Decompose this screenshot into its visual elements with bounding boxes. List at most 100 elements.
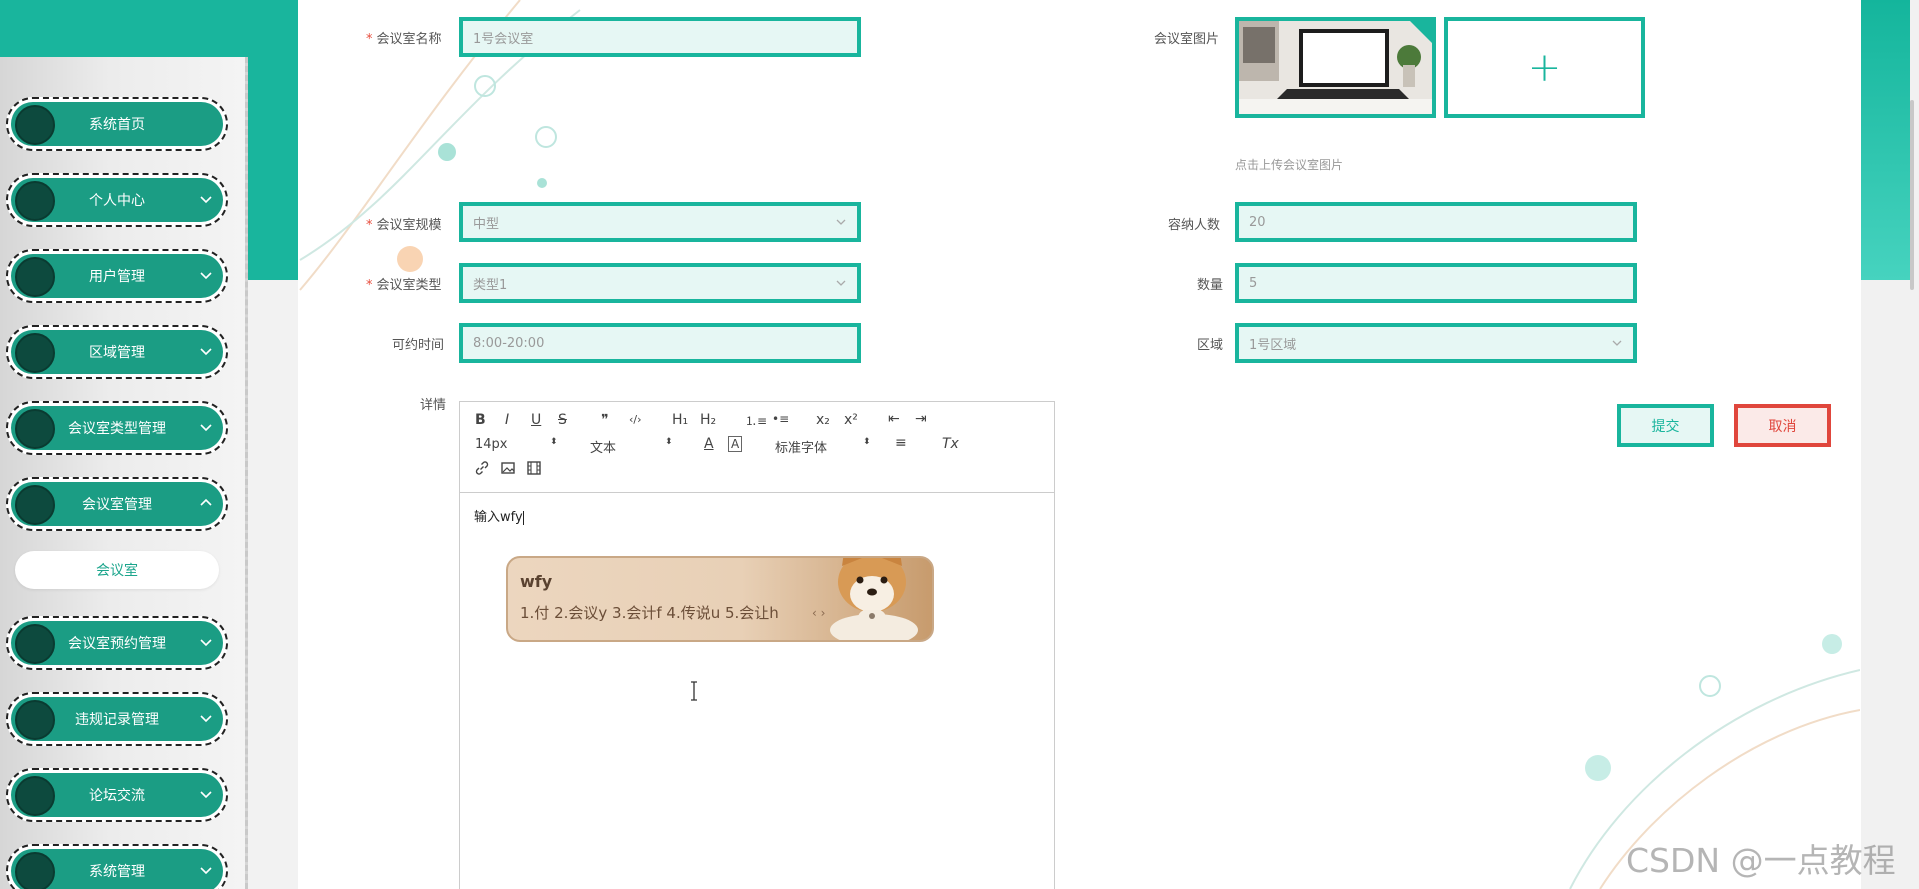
menu-knob-icon	[15, 776, 55, 816]
clear-format-button[interactable]: Tx	[942, 436, 959, 452]
h2-button[interactable]: H₂	[700, 412, 716, 428]
detail-label: 详情	[420, 398, 447, 413]
chevron-down-icon	[200, 791, 212, 799]
ime-candidates[interactable]: 1.付 2.会议y 3.会计f 4.传说u 5.会让h	[520, 602, 779, 623]
bold-button[interactable]: B	[475, 412, 486, 428]
sidebar-item-label: 个人中心	[89, 193, 145, 209]
chevron-down-icon	[836, 280, 846, 286]
room-name-input[interactable]: 1号会议室	[459, 17, 861, 57]
superscript-button[interactable]: x²	[844, 412, 858, 428]
sidebar-item-home[interactable]: 系统首页	[6, 97, 228, 151]
chevron-down-icon	[200, 424, 212, 432]
available-time-input[interactable]: 8:00-20:00	[459, 323, 861, 363]
bullet-list-button[interactable]: •≡	[772, 412, 789, 426]
align-icon[interactable]: ≡	[895, 435, 907, 451]
chevron-down-icon	[200, 348, 212, 356]
sidebar-item-label: 系统首页	[89, 117, 145, 133]
image-icon[interactable]	[500, 460, 516, 480]
text-caret	[522, 510, 524, 525]
sidebar-item-label: 会议室管理	[82, 497, 152, 513]
plus-icon: +	[1527, 44, 1562, 91]
ime-candidate-popup[interactable]: wfy 1.付 2.会议y 3.会计f 4.传说u 5.会让h ‹ ›	[506, 556, 934, 642]
room-image-label: 会议室图片	[1154, 32, 1220, 47]
chevron-down-icon	[836, 219, 846, 225]
room-scale-select[interactable]: 中型	[459, 202, 861, 242]
quantity-input[interactable]: 5	[1235, 263, 1637, 303]
video-icon[interactable]	[526, 460, 542, 480]
capacity-input[interactable]: 20	[1235, 202, 1637, 242]
font-color-icon[interactable]: A	[704, 436, 714, 452]
scrollbar[interactable]	[1910, 100, 1914, 290]
sidebar-item-room-management[interactable]: 会议室管理	[6, 477, 228, 531]
room-image-thumbnail[interactable]	[1235, 17, 1436, 118]
background-color-icon[interactable]: A	[728, 436, 743, 452]
add-image-button[interactable]: +	[1444, 17, 1645, 118]
available-time-label: 可约时间	[392, 338, 445, 353]
sidebar-item-reservation-management[interactable]: 会议室预约管理	[6, 616, 228, 670]
link-icon[interactable]	[474, 460, 490, 480]
sidebar-item-label: 用户管理	[89, 269, 145, 285]
text-cursor-icon	[691, 681, 697, 701]
sidebar-item-area-management[interactable]: 区域管理	[6, 325, 228, 379]
indent-button[interactable]: ⇥	[915, 411, 927, 427]
sidebar-item-violation-management[interactable]: 违规记录管理	[6, 692, 228, 746]
right-teal-block	[1861, 0, 1910, 280]
sidebar-item-label: 会议室预约管理	[68, 636, 166, 652]
underline-button[interactable]: U	[531, 412, 541, 428]
ime-composition: wfy	[520, 572, 553, 591]
code-button[interactable]: ‹/›	[629, 413, 642, 426]
upload-hint: 点击上传会议室图片	[1235, 158, 1344, 172]
strike-button[interactable]: S	[558, 412, 567, 428]
sidebar: 系统首页 个人中心 用户管理 区域管理 会议室类型管理 会议室管理 会议室预约管…	[0, 57, 248, 889]
sidebar-item-user-management[interactable]: 用户管理	[6, 249, 228, 303]
chevron-up-icon	[200, 498, 212, 506]
sidebar-item-room-type-management[interactable]: 会议室类型管理	[6, 401, 228, 455]
sidebar-item-system-management[interactable]: 系统管理	[6, 844, 228, 889]
updown-icon: ⬍	[550, 437, 558, 447]
updown-icon: ⬍	[863, 437, 871, 447]
updown-icon: ⬍	[665, 437, 673, 447]
chevron-down-icon	[200, 867, 212, 875]
menu-knob-icon	[15, 105, 55, 145]
rich-text-editor[interactable]: B I U S ❞ ‹/› H₁ H₂ ⒈≡ •≡ x₂ x² ⇤ ⇥ 14px…	[459, 401, 1055, 889]
chevron-down-icon	[200, 715, 212, 723]
chevron-down-icon	[200, 639, 212, 647]
editor-content[interactable]: 输入wfy	[474, 506, 524, 525]
area-select[interactable]: 1号区域	[1235, 323, 1637, 363]
quote-button[interactable]: ❞	[601, 412, 609, 428]
cancel-button[interactable]: 取消	[1734, 404, 1831, 447]
room-type-label: * 会议室类型	[366, 278, 442, 293]
sidebar-item-label: 系统管理	[89, 864, 145, 880]
sidebar-subitem-room[interactable]: 会议室	[15, 551, 219, 589]
outdent-button[interactable]: ⇤	[888, 411, 900, 427]
menu-knob-icon	[15, 700, 55, 740]
h1-button[interactable]: H₁	[672, 412, 688, 428]
chevron-down-icon	[1612, 340, 1622, 346]
submit-button[interactable]: 提交	[1617, 404, 1714, 447]
quantity-label: 数量	[1197, 278, 1224, 293]
menu-knob-icon	[15, 257, 55, 297]
laptop-photo-icon	[1239, 21, 1432, 114]
font-family-select[interactable]: 标准字体 ⬍	[775, 437, 871, 456]
app-root: 系统首页 个人中心 用户管理 区域管理 会议室类型管理 会议室管理 会议室预约管…	[0, 0, 1919, 889]
sidebar-item-forum[interactable]: 论坛交流	[6, 768, 228, 822]
shiba-dog-icon	[830, 558, 918, 640]
menu-knob-icon	[15, 181, 55, 221]
editor-toolbar: B I U S ❞ ‹/› H₁ H₂ ⒈≡ •≡ x₂ x² ⇤ ⇥ 14px…	[460, 402, 1054, 493]
font-size-select[interactable]: 14px ⬍	[475, 437, 558, 452]
capacity-label: 容纳人数	[1168, 218, 1221, 233]
subscript-button[interactable]: x₂	[816, 412, 830, 428]
header-select[interactable]: 文本 ⬍	[590, 437, 673, 456]
italic-button[interactable]: I	[505, 412, 509, 428]
menu-knob-icon	[15, 485, 55, 525]
sidebar-item-label: 违规记录管理	[75, 712, 159, 728]
room-type-select[interactable]: 类型1	[459, 263, 861, 303]
sidebar-item-label: 论坛交流	[89, 788, 145, 804]
area-label: 区域	[1197, 338, 1224, 353]
sidebar-item-label: 会议室类型管理	[68, 421, 166, 437]
sidebar-item-personal-center[interactable]: 个人中心	[6, 173, 228, 227]
watermark: CSDN @一点教程	[1626, 841, 1896, 880]
chevron-down-icon	[200, 196, 212, 204]
menu-knob-icon	[15, 409, 55, 449]
ordered-list-button[interactable]: ⒈≡	[745, 412, 767, 429]
